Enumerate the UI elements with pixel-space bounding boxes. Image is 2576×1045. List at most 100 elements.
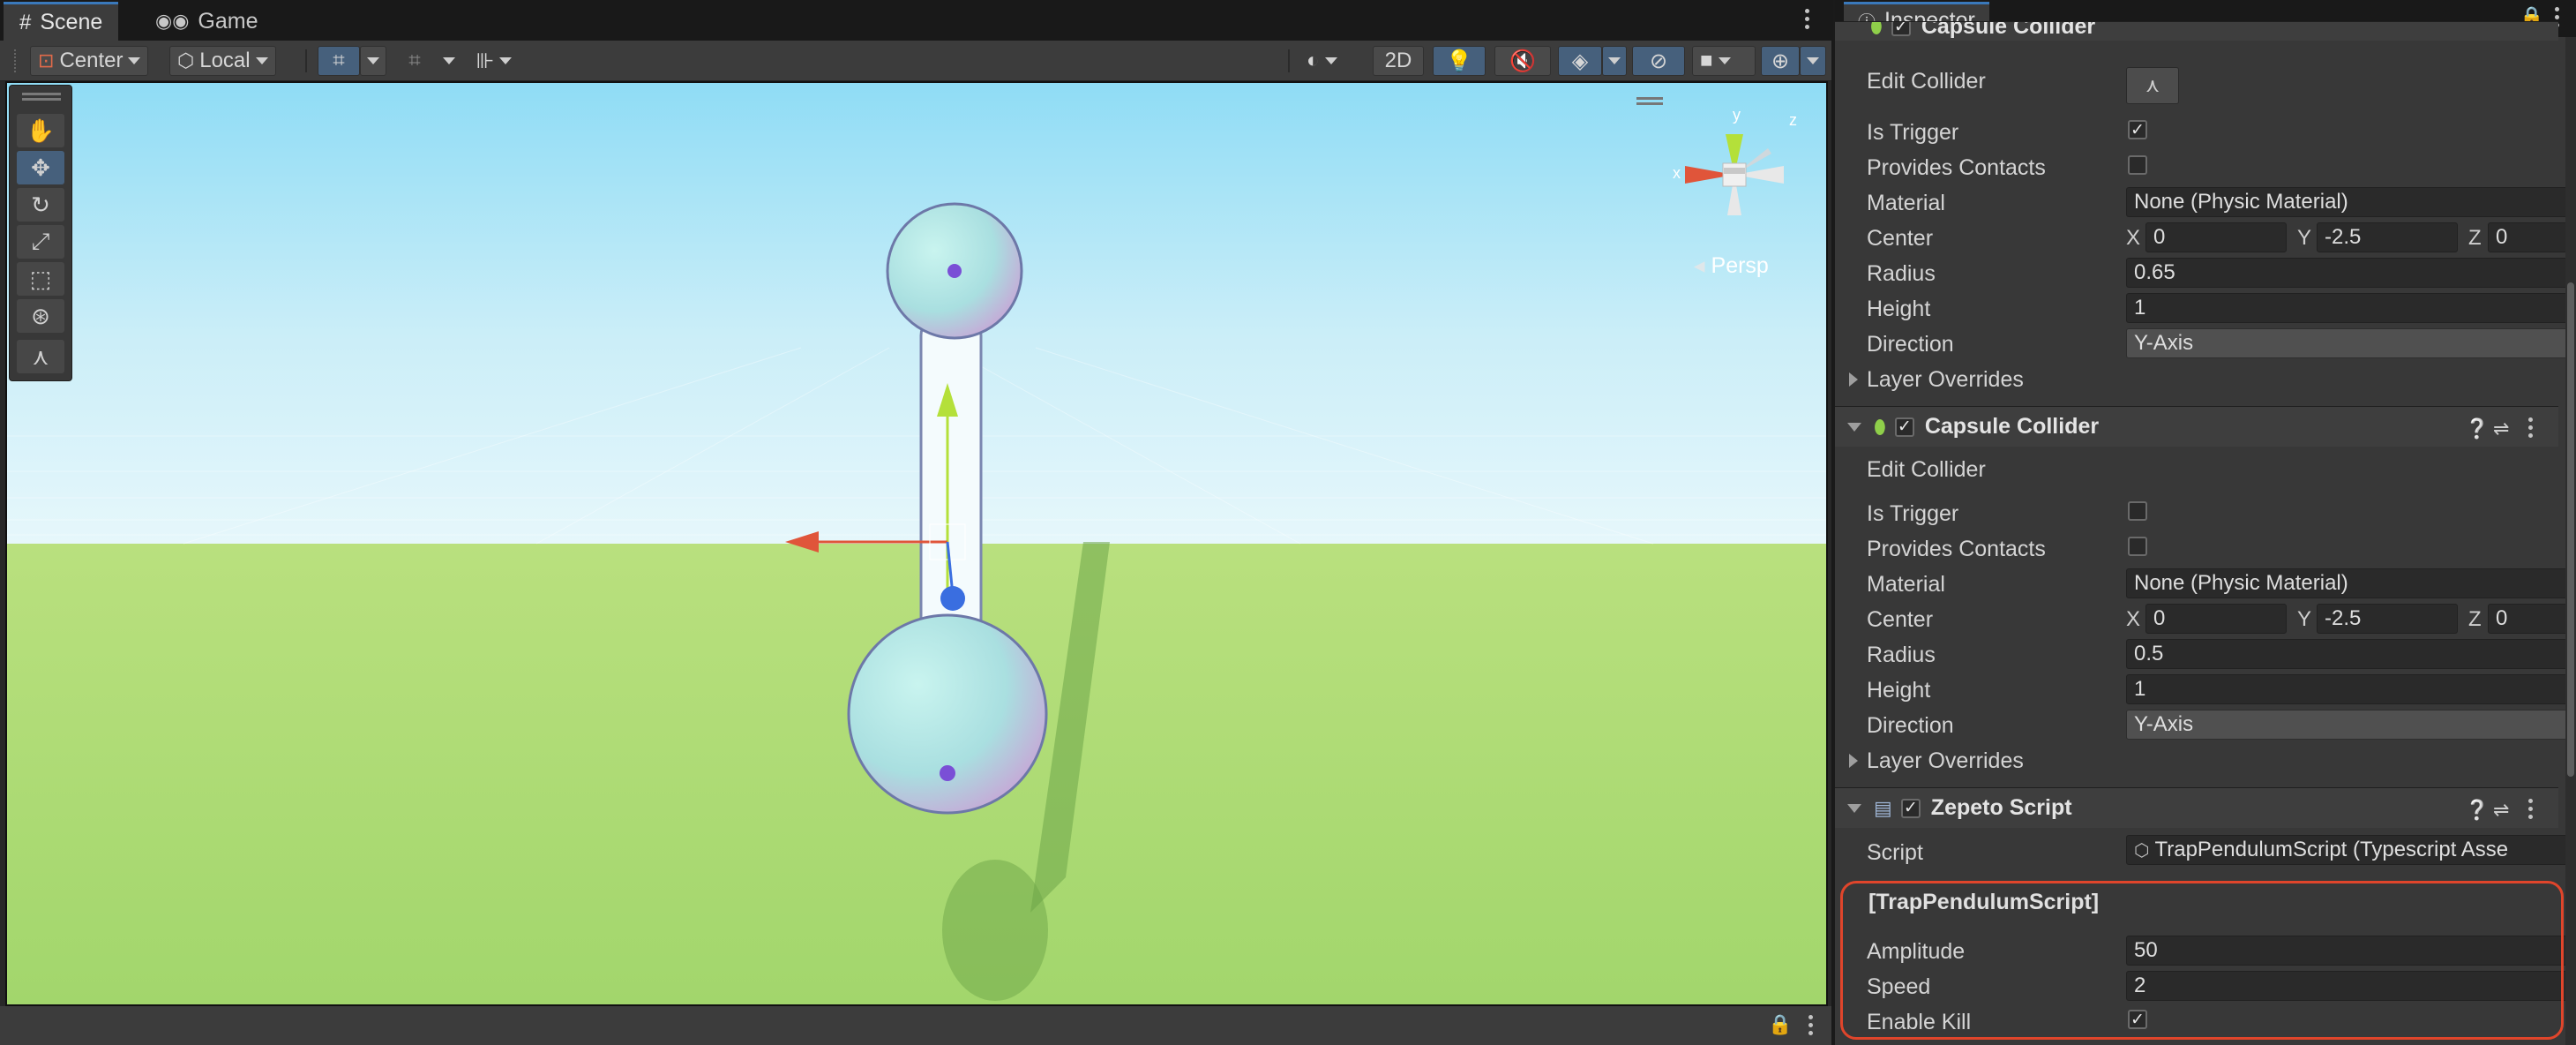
direction-dropdown[interactable]: Y-Axis — [2126, 710, 2576, 740]
grid-snap-button[interactable]: ⌗ — [318, 46, 360, 76]
effects-dropdown[interactable] — [1602, 46, 1627, 76]
gizmo-globe-icon: ⊕ — [1771, 49, 1790, 73]
component-enabled-checkbox[interactable]: ✓ — [1894, 417, 1914, 437]
toolbar-divider — [305, 49, 307, 72]
capsule-collider-icon: ⬮ — [1870, 21, 1883, 37]
center-z-field[interactable]: 0 — [2488, 222, 2576, 252]
tab-game[interactable]: ◉◉ Game — [139, 2, 274, 41]
gamepad-icon: ◉◉ — [155, 10, 190, 32]
layer-overrides-foldout[interactable]: Layer Overrides — [1849, 367, 2024, 393]
move-tool-button[interactable]: ✥ — [17, 151, 64, 184]
layer-overrides-foldout[interactable]: Layer Overrides — [1849, 748, 2024, 774]
mode-2d-button[interactable]: 2D — [1373, 46, 1424, 76]
tool-palette: ✋ ✥ ↻ ⤢ ⬚ ⊛ ⋏ — [9, 85, 72, 381]
height-field[interactable]: 1 — [2126, 674, 2576, 704]
height-field[interactable]: 1 — [2126, 293, 2576, 323]
radius-field[interactable]: 0.65 — [2126, 258, 2576, 288]
audio-toggle[interactable]: 🔇 — [1494, 46, 1551, 76]
is-trigger-checkbox[interactable] — [2128, 501, 2147, 521]
scale-tool-button[interactable]: ⤢ — [17, 225, 64, 259]
center-z-axis-label: Z — [2468, 226, 2482, 250]
center-x-field[interactable]: 0 — [2145, 604, 2287, 634]
hand-tool-button[interactable]: ✋ — [17, 114, 64, 147]
scene-panel: # Scene ◉◉ Game ⊡ Center ⬡ Local ⌗ ⌗ ⊪ ◐… — [0, 0, 1831, 1045]
edit-collider-icon: ⋏ — [2145, 74, 2160, 96]
layers-icon: ◈ — [1571, 49, 1589, 73]
center-z-field[interactable]: 0 — [2488, 604, 2576, 634]
rect-tool-button[interactable]: ⬚ — [17, 262, 64, 296]
capsule-collider-header[interactable]: ⬮ ✓ Capsule Collider — [1835, 21, 2558, 41]
edit-collider-button[interactable]: ⋏ — [2126, 67, 2179, 104]
camera-dropdown[interactable]: ■ — [1692, 46, 1756, 76]
gizmos-toggle[interactable]: ⊕ — [1761, 46, 1800, 76]
edit-collider-tool-button[interactable]: ⋏ — [17, 340, 64, 373]
gizmos-dropdown[interactable] — [1800, 46, 1826, 76]
component-enabled-checkbox[interactable]: ✓ — [1900, 798, 1921, 818]
scene-visibility-toggle[interactable]: ⊘ — [1632, 46, 1685, 76]
tab-scene[interactable]: # Scene — [4, 2, 119, 41]
center-y-value: -2.5 — [2325, 606, 2362, 630]
grid-snap-toggle-button[interactable]: ⌗ — [393, 46, 436, 76]
material-field[interactable]: None (Physic Material) — [2126, 187, 2576, 217]
zepeto-script-header[interactable]: ▤ ✓ Zepeto Script ❔ ⇌ — [1835, 787, 2558, 828]
increment-snap-button[interactable]: ⊪ — [466, 46, 522, 76]
direction-dropdown[interactable]: Y-Axis — [2126, 328, 2576, 358]
typescript-asset-icon: ⬡ — [2134, 840, 2150, 861]
pivot-dropdown[interactable]: ⊡ Center — [30, 46, 149, 76]
chevron-down-icon — [443, 57, 455, 64]
scene-status-bar: 🔒 — [0, 1006, 1831, 1045]
inspector-scrollbar-thumb[interactable] — [2567, 282, 2574, 777]
effects-toggle[interactable]: ◈ — [1558, 46, 1602, 76]
chevron-down-icon — [1718, 57, 1731, 64]
tab-scene-label: Scene — [40, 10, 103, 34]
provides-contacts-checkbox[interactable] — [2128, 155, 2147, 175]
shading-mode-dropdown[interactable]: ◐ — [1299, 46, 1360, 76]
script-field[interactable]: ⬡ TrapPendulumScript (Typescript Asse — [2126, 835, 2576, 865]
chevron-right-icon — [1849, 754, 1858, 768]
help-icon[interactable]: ❔ — [2465, 417, 2489, 440]
more-options-icon[interactable] — [1796, 9, 1817, 29]
center-z-value: 0 — [2496, 606, 2508, 630]
persp-label[interactable]: ◂ Persp — [1694, 252, 1769, 279]
more-options-icon[interactable] — [2520, 799, 2541, 819]
is-trigger-checkbox[interactable]: ✓ — [2128, 120, 2147, 139]
chevron-down-icon — [499, 57, 513, 64]
transform-tool-button[interactable]: ⊛ — [17, 299, 64, 333]
center-x-value: 0 — [2153, 606, 2166, 630]
provides-contacts-checkbox[interactable] — [2128, 537, 2147, 556]
center-x-axis-label: X — [2126, 607, 2141, 631]
grid-snap-dropdown[interactable] — [360, 46, 386, 76]
help-icon[interactable]: ❔ — [2465, 799, 2489, 822]
component-title: Capsule Collider — [1921, 21, 2096, 39]
preset-sliders-icon[interactable]: ⇌ — [2493, 417, 2509, 440]
toolbar-grip-icon — [14, 49, 18, 72]
snap-increment-dropdown[interactable] — [436, 46, 462, 76]
rotate-tool-button[interactable]: ↻ — [17, 188, 64, 222]
preset-sliders-icon[interactable]: ⇌ — [2493, 799, 2509, 822]
more-options-icon[interactable] — [1800, 1015, 1821, 1035]
radius-field[interactable]: 0.5 — [2126, 639, 2576, 669]
camera-icon: ■ — [1700, 49, 1713, 72]
capsule-collider-header[interactable]: ⬮ ✓ Capsule Collider ❔ ⇌ — [1835, 406, 2558, 447]
lighting-toggle[interactable]: 💡 — [1433, 46, 1486, 76]
scene-viewport[interactable]: y x z ◂ Persp — [5, 81, 1828, 1006]
persp-indicator-icon: ◂ — [1694, 253, 1705, 278]
direction-value: Y-Axis — [2134, 712, 2194, 736]
more-options-icon[interactable] — [2520, 417, 2541, 438]
center-y-field[interactable]: -2.5 — [2317, 604, 2458, 634]
center-x-field[interactable]: 0 — [2145, 222, 2287, 252]
shading-sphere-icon: ◐ — [1307, 49, 1320, 72]
provides-contacts-label: Provides Contacts — [1867, 155, 2046, 180]
center-y-value: -2.5 — [2325, 225, 2362, 249]
cube-icon: ⬡ — [177, 49, 195, 71]
scale-icon: ⤢ — [31, 228, 50, 254]
lock-icon[interactable]: 🔒 — [1768, 1013, 1792, 1036]
height-label: Height — [1867, 297, 1931, 321]
center-y-field[interactable]: -2.5 — [2317, 222, 2458, 252]
material-field[interactable]: None (Physic Material) — [2126, 568, 2576, 598]
layer-overrides-label: Layer Overrides — [1867, 748, 2024, 773]
ruler-icon: ⊪ — [476, 49, 495, 73]
component-enabled-checkbox[interactable]: ✓ — [1891, 22, 1911, 36]
gizmo-z-label: z — [1789, 111, 1797, 129]
space-dropdown[interactable]: ⬡ Local — [169, 46, 276, 76]
